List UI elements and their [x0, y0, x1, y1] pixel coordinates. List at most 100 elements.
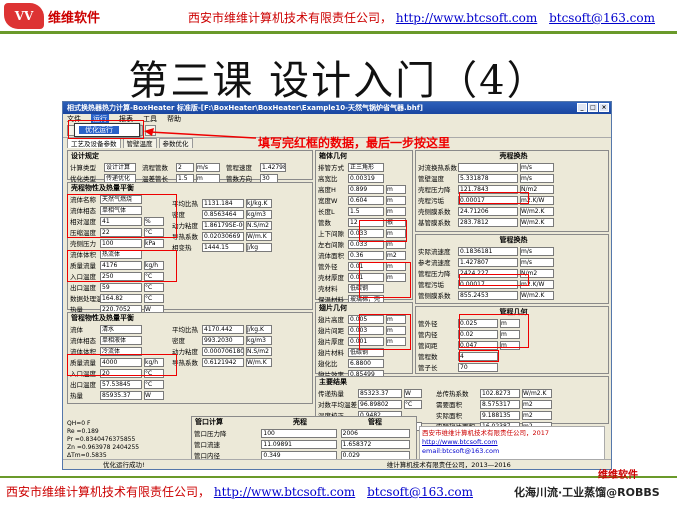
footer-company: 西安市维维计算机技术有限责任公司， — [6, 485, 211, 499]
field-value[interactable]: 9.188135 — [480, 410, 520, 420]
field-row: 平均比热 4170.442 J/kg.K — [172, 324, 272, 334]
field-value[interactable]: 1131.184 — [202, 198, 244, 208]
tab-process[interactable]: 工艺及设备参数 — [67, 138, 121, 148]
field-value[interactable]: 164.82 — [100, 293, 142, 303]
field-value[interactable]: 57.53845 — [100, 379, 142, 389]
field-row: 参考流速度 1.427807 m/s — [418, 257, 606, 267]
field-row: 管程数 4 — [418, 351, 606, 361]
field-value[interactable]: 8.575317 — [480, 399, 520, 409]
minimize-icon[interactable]: _ — [577, 103, 587, 112]
window-controls: _ □ × — [577, 103, 609, 112]
field-value[interactable]: 0.6121942 — [202, 357, 244, 367]
field-value[interactable]: 单相液体 — [100, 335, 142, 345]
field-label: 管内径 — [418, 331, 438, 339]
callout-text: 填写完红框的数据，最后一步按这里 — [258, 136, 451, 150]
field-value[interactable]: 清水 — [100, 324, 142, 334]
field-value[interactable]: 1.5 — [348, 206, 384, 216]
footer-contact: 西安市维维计算机技术有限责任公司， http://www.btcsoft.com… — [6, 483, 473, 500]
header-contact: 西安市维维计算机技术有限责任公司， http://www.btcsoft.com… — [188, 9, 655, 26]
field-value[interactable]: 0.604 — [348, 195, 384, 205]
field-value[interactable]: 70 — [458, 362, 498, 372]
field-unit: m/s — [520, 246, 554, 256]
field-value[interactable]: 1.427807 — [458, 257, 518, 267]
header-url[interactable]: http://www.btcsoft.com — [396, 11, 537, 25]
slide-title: 第三课 设计入门（4） — [128, 58, 549, 104]
footer-url[interactable]: http://www.btcsoft.com — [214, 485, 355, 499]
design-panel: 设计规定 计算类型 设计计算 优化类型 传递优化 流程管数 2 m/s 温差管长 1.5 m… — [67, 150, 313, 183]
info-email[interactable]: email:btcsoft@163.com — [422, 447, 602, 456]
menu-tools[interactable]: 工具 — [143, 114, 157, 124]
tube-speed-field[interactable]: 1.42798 — [260, 162, 286, 172]
maximize-icon[interactable]: □ — [588, 103, 598, 112]
nozzle-tube-value[interactable]: 2006 — [340, 428, 410, 438]
field-value[interactable]: 96.89802 — [358, 399, 402, 409]
field-value[interactable]: 24.71206 — [458, 206, 518, 216]
field-value[interactable]: 0.8563464 — [202, 209, 244, 219]
calc-type-select[interactable]: 设计计算 — [104, 162, 136, 172]
field-label: 热量 — [70, 392, 83, 400]
brand-logo: VV — [4, 3, 44, 29]
field-row: 管壁温度 5.331878 m/s — [418, 173, 606, 183]
field-unit: m2 — [522, 399, 552, 409]
nozzle-tube-value[interactable]: 1.658372 — [340, 439, 410, 449]
highlight-box-run — [68, 120, 144, 139]
field-value[interactable]: 4170.442 — [202, 324, 244, 334]
window-titlebar[interactable]: 相式换热器热力计算-BoxHeater 标准版-[F:\BoxHeater\Bo… — [63, 102, 611, 114]
field-value[interactable]: 283.7812 — [458, 217, 518, 227]
field-value[interactable]: 5.331878 — [458, 173, 518, 183]
field-value[interactable]: 0.36 — [348, 250, 384, 260]
field-value[interactable]: 85323.37 — [358, 388, 402, 398]
field-unit: m/s — [520, 162, 554, 172]
field-value[interactable]: 1.86179SE-0003 — [202, 220, 244, 230]
highlight-box-tube-geo — [459, 314, 529, 348]
menu-help[interactable]: 帮助 — [167, 114, 181, 124]
highlight-box-fouling — [459, 192, 529, 204]
field-unit: kPa — [144, 238, 164, 248]
field-unit: W/m2.K — [522, 388, 552, 398]
field-row: 排管方式 正三角形 — [318, 162, 410, 172]
field-value[interactable]: 正三角形 — [348, 162, 384, 172]
field-value[interactable]: 1444.15 — [202, 242, 244, 252]
field-unit: N.S/m2 — [246, 220, 272, 230]
field-row: 传递热量 85323.37 W — [318, 388, 422, 398]
field-row: 对数平均温差 96.89802 °C — [318, 399, 422, 409]
field-value[interactable]: 0.899 — [348, 184, 384, 194]
field-label: 管壁温度 — [418, 175, 444, 183]
field-row: 动力粘度 0.000706180 N.S/m2 — [172, 346, 272, 356]
shell-props-title: 壳程物性及热量平衡 — [71, 184, 134, 192]
field-value[interactable]: 102.8273 — [480, 388, 520, 398]
field-value[interactable]: 100 — [100, 238, 142, 248]
field-value[interactable]: 6.8800 — [348, 358, 384, 368]
field-value[interactable] — [458, 162, 518, 172]
field-value[interactable]: 993.2030 — [202, 335, 244, 345]
field-value[interactable]: 59 — [100, 282, 142, 292]
field-value[interactable]: 855.2453 — [458, 290, 518, 300]
field-row: 高宽比 0.00319 — [318, 173, 410, 183]
header-company: 西安市维维计算机技术有限责任公司， — [188, 11, 393, 25]
field-value[interactable]: 85935.37 — [100, 390, 142, 400]
field-label: 管程数 — [418, 353, 438, 361]
field-label: 长度L — [318, 208, 335, 216]
footer-email[interactable]: btcsoft@163.com — [367, 485, 473, 499]
field-label: 左右间隙 — [318, 241, 344, 249]
field-label: 需要面积 — [436, 401, 462, 409]
nozzle-shell-value[interactable]: 11.09891 — [261, 439, 337, 449]
field-value[interactable]: 0.000706180 — [202, 346, 244, 356]
header-email[interactable]: btcsoft@163.com — [549, 11, 655, 25]
field-value[interactable]: 0.1836181 — [458, 246, 518, 256]
info-url[interactable]: http://www.btcsoft.com — [422, 438, 602, 447]
field-unit: W — [144, 390, 164, 400]
field-label: 管间距 — [418, 342, 438, 350]
field-row: 管子长 70 — [418, 362, 606, 372]
field-value[interactable]: 0.02030669 — [202, 231, 244, 241]
field-label: 翅片高度 — [318, 316, 344, 324]
field-row: 密度 0.8563464 kg/m3 — [172, 209, 272, 219]
field-value[interactable]: 0.00319 — [348, 173, 384, 183]
shell-props-right: 平均比热 1131.184 kJ/kg.K 密度 0.8563464 kg/m3 动力粘度 1… — [170, 197, 274, 326]
footer-rule — [0, 476, 677, 478]
pass-count-field[interactable]: 2 — [176, 162, 194, 172]
company-info: 西安市维维计算机技术有限责任公司，2017 http://www.btcsoft… — [419, 426, 605, 460]
close-icon[interactable]: × — [599, 103, 609, 112]
nozzle-shell-value[interactable]: 100 — [261, 428, 337, 438]
field-unit: kg/m3 — [246, 335, 272, 345]
